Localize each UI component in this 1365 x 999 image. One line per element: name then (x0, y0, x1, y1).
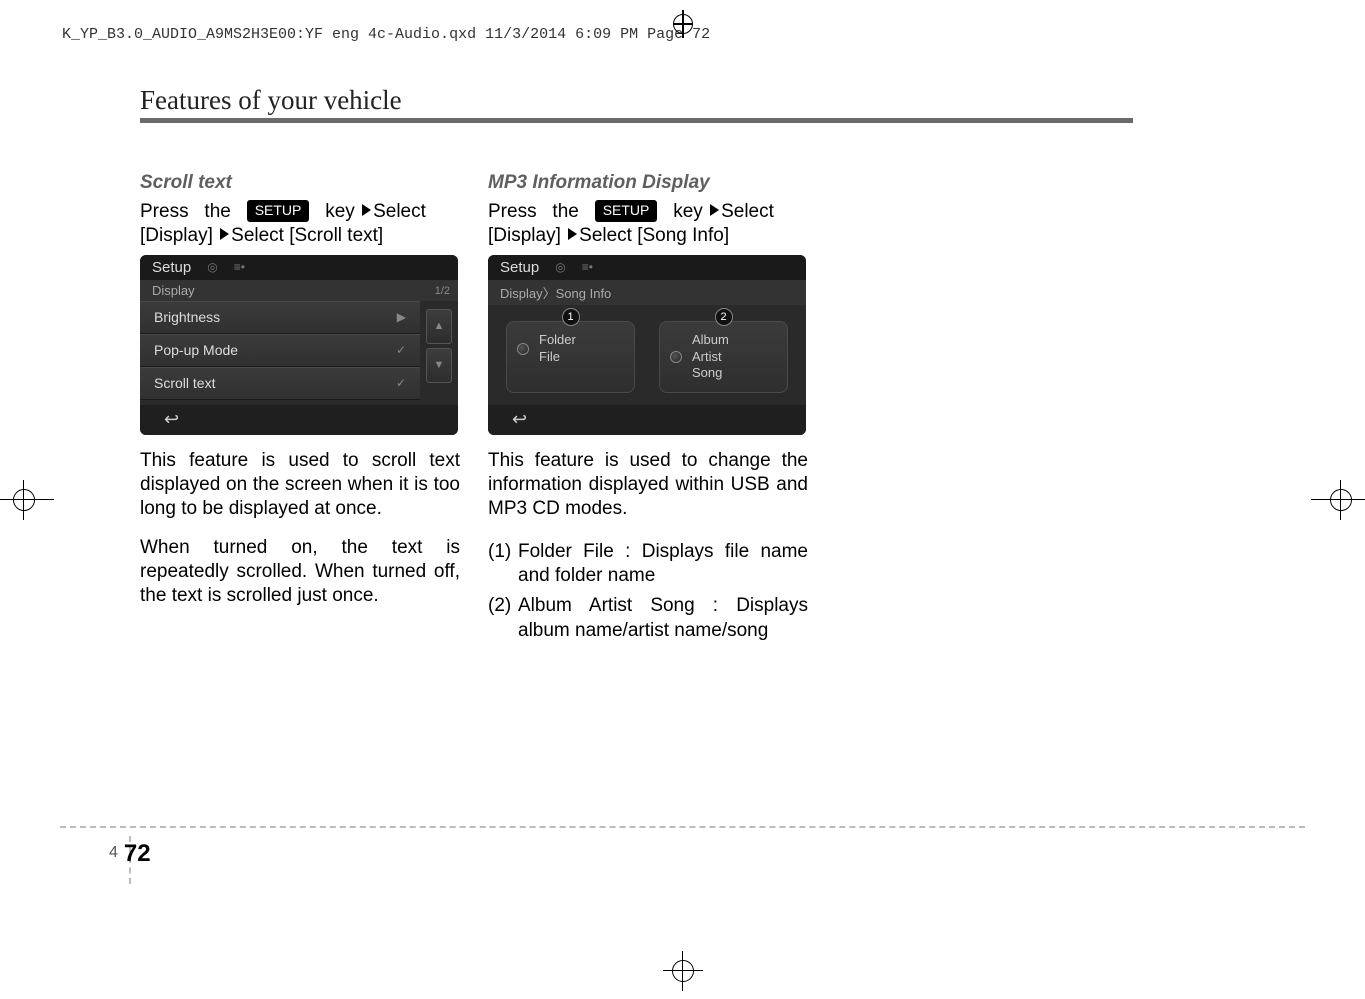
registration-mark-right (1311, 480, 1365, 520)
back-icon: ↩ (164, 409, 179, 430)
footer-dashed-rule (60, 826, 1305, 828)
screen-titlebar: Setup ◎ ≡• (488, 255, 806, 280)
check-icon: ✓ (396, 343, 406, 357)
subhead-scroll-text: Scroll text (140, 172, 460, 194)
screen-breadcrumb: Display〉Song Info (488, 280, 806, 305)
page-folio: 4 72 (109, 840, 151, 868)
word-select: Select (721, 201, 774, 222)
list-number: (1) (488, 540, 518, 589)
screenshot-song-info: Setup ◎ ≡• Display〉Song Info 1 Folder Fi… (488, 255, 806, 435)
triangle-icon (568, 228, 577, 240)
folio-page: 72 (124, 840, 151, 868)
screenshot-display-settings: Setup ◎ ≡• 1/2 Display Brightness ▶ Pop-… (140, 255, 458, 435)
triangle-icon (710, 204, 719, 216)
mp3-info-list: (1) Folder File : Displays file name and… (488, 540, 808, 643)
title-rule (140, 118, 1133, 123)
screen-title: Setup (500, 259, 539, 276)
folio-chapter: 4 (109, 840, 124, 862)
step-display: [Display] (140, 225, 213, 246)
scrollbar[interactable]: ▲ ▼ (426, 307, 452, 385)
print-header-line: K_YP_B3.0_AUDIO_A9MS2H3E00:YF eng 4c-Aud… (62, 26, 710, 43)
instruction-line-2: Press the SETUP key Select [Display] Sel… (488, 200, 808, 249)
scroll-up-button[interactable]: ▲ (426, 309, 452, 344)
row-label: Brightness (154, 309, 220, 325)
list-item: (2) Album Artist Song : Displays album n… (488, 594, 808, 643)
row-label: Pop-up Mode (154, 342, 238, 358)
instruction-line-1: Press the SETUP key Select [Display] Sel… (140, 200, 460, 249)
setup-key-badge: SETUP (247, 200, 310, 222)
word-the: the (552, 201, 578, 222)
opt1-line1: Folder (539, 332, 576, 347)
paragraph-scroll-2: When turned on, the text is repeatedly s… (140, 536, 460, 609)
triangle-icon (362, 204, 371, 216)
back-row[interactable]: ↩ (140, 405, 458, 435)
signal-icon: ≡• (582, 260, 593, 274)
page-indicator: 1/2 (435, 285, 450, 297)
word-key: key (325, 201, 355, 222)
list-item: (1) Folder File : Displays file name and… (488, 540, 808, 589)
radio-icon (670, 351, 682, 363)
badge-1: 1 (562, 308, 580, 326)
badge-2: 2 (715, 308, 733, 326)
option-album-artist-song[interactable]: 2 Album Artist Song (659, 321, 788, 394)
row-popup-mode[interactable]: Pop-up Mode ✓ (140, 334, 420, 367)
chevron-right-icon: ▶ (397, 310, 406, 324)
step-display: [Display] (488, 225, 561, 246)
word-press: Press (488, 201, 537, 222)
list-text: Folder File : Displays file name and fol… (518, 540, 808, 589)
paragraph-scroll-1: This feature is used to scroll text disp… (140, 449, 460, 522)
disc-icon: ◎ (207, 260, 217, 274)
list-text: Album Artist Song : Displays album name/… (518, 594, 808, 643)
word-key: key (673, 201, 703, 222)
registration-mark-left (0, 480, 54, 520)
row-brightness[interactable]: Brightness ▶ (140, 301, 420, 334)
opt2-line2: Artist (692, 349, 722, 364)
word-press: Press (140, 201, 189, 222)
setup-key-badge: SETUP (595, 200, 658, 222)
back-row[interactable]: ↩ (488, 405, 806, 435)
triangle-icon (220, 228, 229, 240)
screen-title: Setup (152, 259, 191, 276)
opt2-line1: Album (692, 332, 729, 347)
option-folder-file[interactable]: 1 Folder File (506, 321, 635, 394)
song-info-options: 1 Folder File 2 Album Artist Song (488, 305, 806, 394)
word-the: the (204, 201, 230, 222)
list-number: (2) (488, 594, 518, 643)
row-label: Scroll text (154, 375, 215, 391)
row-scroll-text[interactable]: Scroll text ✓ (140, 367, 420, 400)
opt2-line3: Song (692, 365, 722, 380)
registration-mark-top (669, 10, 697, 38)
subhead-mp3-info: MP3 Information Display (488, 172, 808, 194)
disc-icon: ◎ (555, 260, 565, 274)
column-mp3-info: MP3 Information Display Press the SETUP … (488, 172, 808, 649)
chapter-title: Features of your vehicle (140, 85, 402, 116)
opt1-line2: File (539, 349, 560, 364)
signal-icon: ≡• (234, 260, 245, 274)
column-scroll-text: Scroll text Press the SETUP key Select [… (140, 172, 460, 609)
scroll-down-button[interactable]: ▼ (426, 348, 452, 383)
check-icon: ✓ (396, 376, 406, 390)
step-song-info: Select [Song Info] (579, 225, 729, 246)
paragraph-mp3-1: This feature is used to change the infor… (488, 449, 808, 522)
word-select: Select (373, 201, 426, 222)
radio-icon (517, 343, 529, 355)
screen-titlebar: Setup ◎ ≡• (140, 255, 458, 280)
screen-breadcrumb: Display (140, 280, 458, 301)
back-icon: ↩ (512, 409, 527, 430)
step-scroll-text: Select [Scroll text] (231, 225, 383, 246)
registration-mark-bottom (663, 951, 703, 991)
